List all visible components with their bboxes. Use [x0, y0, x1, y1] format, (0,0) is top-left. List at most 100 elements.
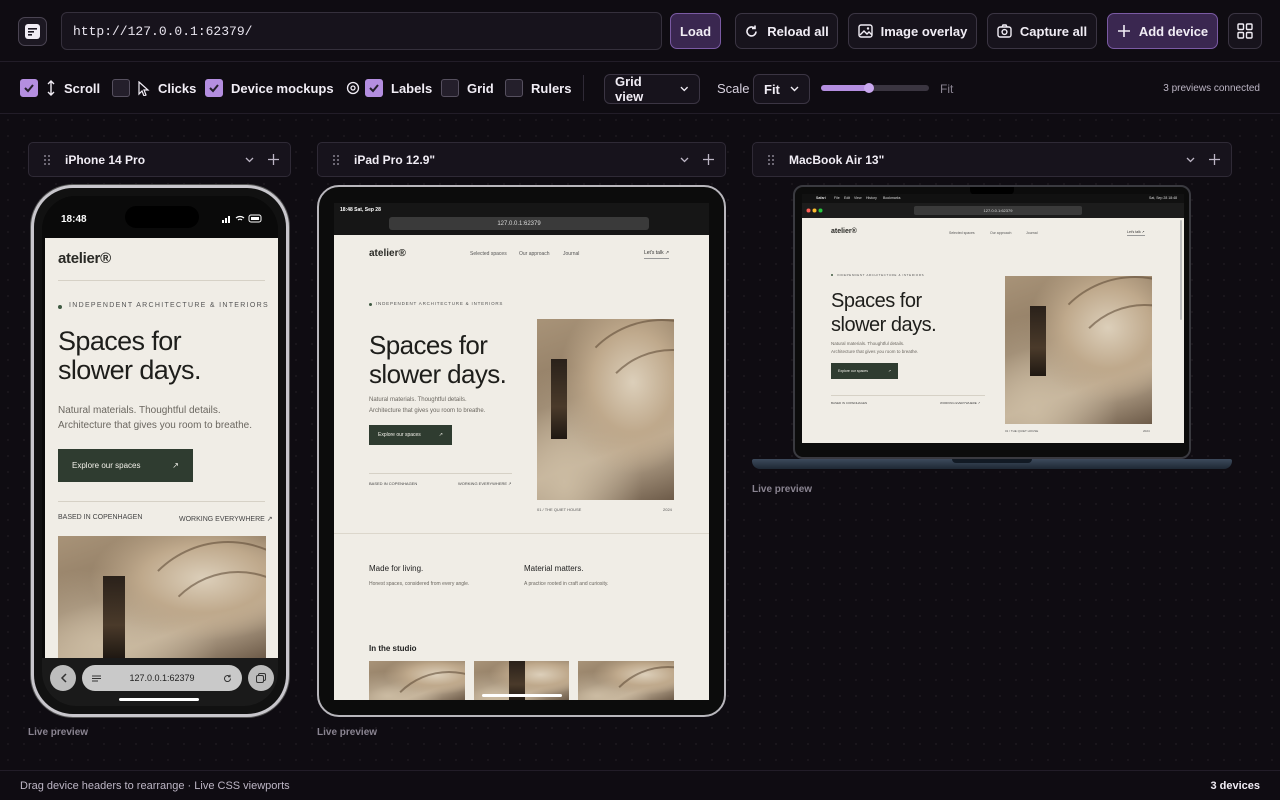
site-brand[interactable]: atelier®: [369, 248, 406, 259]
chevron-down-icon[interactable]: [242, 157, 256, 163]
mac-address-bar[interactable]: 127.0.0.1:62379: [914, 206, 1082, 215]
plus-icon[interactable]: [1207, 154, 1221, 165]
load-label: Load: [679, 23, 712, 39]
explore-button[interactable]: Explore our spaces ↗: [831, 363, 898, 379]
macbook-live-label: Live preview: [752, 484, 813, 495]
site-headline-line-1: Spaces for: [831, 290, 922, 312]
tablet-status-time: 18:48 Sat, Sep 28: [340, 207, 381, 213]
drag-handle-icon[interactable]: [39, 154, 55, 166]
ipad-mockup: 18:48 Sat, Sep 28 127.0.0.1:62379 atelie…: [317, 185, 726, 717]
scale-slider-thumb[interactable]: [864, 83, 874, 93]
explore-button[interactable]: Explore our spaces ↗: [369, 425, 452, 445]
window-controls[interactable]: [806, 208, 824, 213]
chevron-down-icon: [680, 86, 689, 92]
add-device-button[interactable]: Add device: [1107, 13, 1218, 49]
mac-address-text: 127.0.0.1:62379: [983, 208, 1013, 213]
menu-view[interactable]: View: [854, 196, 862, 200]
top-bar: Load Reload all Image overlay Capture al…: [0, 0, 1280, 62]
eyebrow-dot: [58, 305, 62, 309]
grid-label: Grid: [467, 80, 494, 96]
site-sub-line-2: Architecture that gives you room to brea…: [369, 408, 486, 414]
back-button[interactable]: [50, 665, 76, 691]
nav-link-journal[interactable]: Journal: [563, 251, 579, 257]
reload-all-button[interactable]: Reload all: [735, 13, 838, 49]
device-mockups-toggle[interactable]: Device mockups: [205, 79, 360, 97]
explore-label: Explore our spaces: [72, 461, 141, 470]
phone-address-bar[interactable]: 127.0.0.1:62379: [82, 665, 242, 691]
scale-select[interactable]: Fit: [753, 74, 810, 104]
chevron-down-icon: [790, 86, 799, 92]
explore-button[interactable]: Explore our spaces ↗: [58, 449, 193, 482]
capture-all-button[interactable]: Capture all: [987, 13, 1097, 49]
device-header-iphone[interactable]: iPhone 14 Pro: [28, 142, 291, 177]
load-button[interactable]: Load: [670, 13, 721, 49]
nav-link-our-approach[interactable]: Our approach: [990, 231, 1011, 235]
menu-history[interactable]: History: [866, 196, 877, 200]
reload-icon[interactable]: [223, 674, 232, 683]
grid-toggle[interactable]: Grid: [441, 79, 494, 97]
menu-edit[interactable]: Edit: [844, 196, 850, 200]
site-brand[interactable]: atelier®: [831, 228, 857, 235]
scroll-checkbox[interactable]: [20, 79, 38, 97]
scale-slider[interactable]: [821, 83, 929, 93]
chevron-down-icon[interactable]: [1183, 157, 1197, 163]
nav-link-journal[interactable]: Journal: [1026, 231, 1037, 235]
nav-cta-link[interactable]: Let's talk ↗: [1127, 230, 1145, 236]
divider: [334, 533, 709, 534]
site-headline-line-2: slower days.: [369, 359, 507, 389]
url-input[interactable]: [61, 12, 662, 50]
scrollbar[interactable]: [1180, 220, 1182, 320]
nav-cta-link[interactable]: Let's talk ↗: [644, 250, 670, 259]
device-header-ipad[interactable]: iPad Pro 12.9": [317, 142, 726, 177]
tablet-address-bar[interactable]: 127.0.0.1:62379: [389, 217, 649, 230]
labels-checkbox[interactable]: [365, 79, 383, 97]
drag-handle-icon[interactable]: [328, 154, 344, 166]
menu-safari[interactable]: Safari: [816, 196, 826, 200]
status-footer: Drag device headers to rearrange · Live …: [0, 770, 1280, 800]
nav-link-selected-spaces[interactable]: Selected spaces: [470, 251, 507, 257]
footer-hint: Drag device headers to rearrange · Live …: [20, 780, 290, 792]
clicks-checkbox[interactable]: [112, 79, 130, 97]
options-toolbar: Scroll Clicks Device mockups Labels Grid…: [0, 62, 1280, 114]
site-working-link[interactable]: WORKING EVERYWHERE ↗: [940, 401, 980, 405]
site-brand[interactable]: atelier®: [58, 250, 111, 267]
drag-handle-icon[interactable]: [763, 154, 779, 166]
app-logo-icon[interactable]: [18, 17, 47, 46]
rulers-toggle[interactable]: Rulers: [505, 79, 571, 97]
plus-icon[interactable]: [266, 154, 280, 165]
image-overlay-label: Image overlay: [880, 23, 968, 39]
arrow-icon: ↗: [888, 369, 891, 373]
studio-photo-3: [578, 661, 674, 700]
nav-link-selected-spaces[interactable]: Selected spaces: [949, 231, 975, 235]
scroll-icon: [47, 80, 55, 96]
scale-value: Fit: [764, 81, 780, 97]
grid-checkbox[interactable]: [441, 79, 459, 97]
layout-grid-button[interactable]: [1228, 13, 1262, 49]
nav-link-our-approach[interactable]: Our approach: [519, 251, 550, 257]
scroll-toggle[interactable]: Scroll: [20, 79, 100, 97]
chevron-down-icon[interactable]: [677, 157, 691, 163]
site-working-link[interactable]: WORKING EVERYWHERE ↗: [179, 515, 273, 523]
image-overlay-button[interactable]: Image overlay: [848, 13, 977, 49]
plus-icon[interactable]: [701, 154, 715, 165]
device-name: iPhone 14 Pro: [65, 152, 146, 167]
rulers-label: Rulers: [531, 80, 572, 96]
menu-bookmarks[interactable]: Bookmarks: [883, 196, 901, 200]
plus-icon: [1117, 25, 1130, 37]
labels-toggle[interactable]: Labels: [365, 79, 432, 97]
menu-file[interactable]: File: [834, 196, 840, 200]
device-header-macbook[interactable]: MacBook Air 13": [752, 142, 1232, 177]
feature-1-title: Made for living.: [369, 564, 424, 573]
mockups-checkbox[interactable]: [205, 79, 223, 97]
site-working-link[interactable]: WORKING EVERYWHERE ↗: [458, 481, 512, 486]
settings-icon[interactable]: [346, 81, 360, 95]
site-sub-line-1: Natural materials. Thoughtful details.: [369, 397, 467, 403]
rulers-checkbox[interactable]: [505, 79, 523, 97]
tabs-button[interactable]: [248, 665, 274, 691]
ipad-live-label: Live preview: [317, 727, 378, 738]
divider: [58, 501, 265, 502]
staircase-photo: [58, 536, 266, 658]
view-mode-select[interactable]: Grid view: [604, 74, 700, 104]
divider: [831, 395, 985, 396]
clicks-toggle[interactable]: Clicks: [112, 79, 196, 97]
